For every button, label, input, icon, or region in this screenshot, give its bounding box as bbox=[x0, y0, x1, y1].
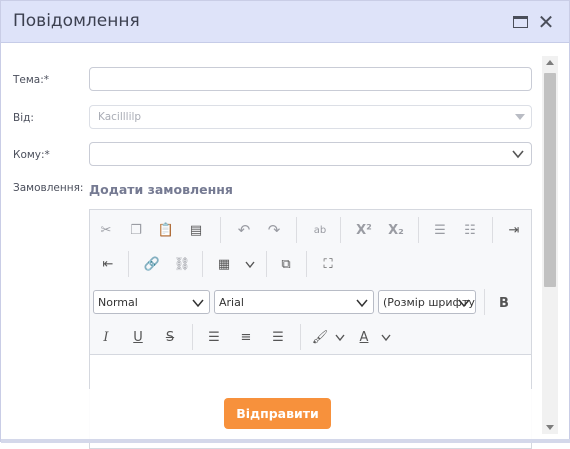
bg-color-icon[interactable]: 🖌 bbox=[308, 326, 332, 348]
send-button[interactable]: Відправити bbox=[224, 398, 331, 429]
chevron-down-icon bbox=[515, 114, 525, 120]
editor-toolbar: ✂ ❐ 📋 ▤ ↶ ↷ ab X² X₂ ☰ ☷ ⇥ ⇤ 🔗 ⛓ ▦ ⧉ ⛶ N… bbox=[90, 210, 531, 355]
maximize-icon[interactable] bbox=[511, 13, 529, 31]
bulleted-list-icon[interactable]: ☷ bbox=[458, 219, 482, 241]
add-order-link[interactable]: Додати замовлення bbox=[89, 182, 233, 197]
chevron-down-icon bbox=[192, 299, 204, 308]
align-left-icon[interactable]: ☰ bbox=[202, 326, 226, 348]
scroll-down-icon[interactable] bbox=[546, 425, 554, 430]
chevron-down-icon bbox=[458, 299, 470, 308]
superscript-icon[interactable]: X² bbox=[352, 219, 376, 241]
dialog-title: Повідомлення bbox=[13, 11, 140, 31]
subject-input[interactable] bbox=[89, 67, 532, 91]
paste-icon[interactable]: 📋 bbox=[154, 219, 178, 241]
to-select[interactable] bbox=[89, 142, 532, 166]
copy-icon[interactable]: ❐ bbox=[124, 219, 148, 241]
cut-icon[interactable]: ✂ bbox=[94, 219, 118, 241]
align-right-icon[interactable]: ☰ bbox=[266, 326, 290, 348]
to-label: Кому:* bbox=[13, 149, 50, 161]
font-select[interactable]: Arial bbox=[214, 290, 374, 314]
paste-text-icon[interactable]: ▤ bbox=[184, 219, 208, 241]
format-select[interactable]: Normal bbox=[93, 290, 210, 314]
chevron-down-icon bbox=[512, 150, 524, 159]
undo-icon[interactable]: ↶ bbox=[232, 219, 256, 241]
font-size-select[interactable]: (Розмір шрифту) bbox=[378, 290, 476, 314]
underline-icon[interactable]: U bbox=[126, 326, 150, 348]
outdent-icon[interactable]: ⇤ bbox=[96, 253, 120, 275]
preview-icon[interactable]: ⧉ bbox=[274, 253, 298, 275]
spellcheck-icon[interactable]: ab bbox=[308, 219, 332, 241]
italic-icon[interactable]: I bbox=[94, 326, 118, 348]
bold-icon[interactable]: B bbox=[492, 292, 516, 314]
subject-label: Тема:* bbox=[13, 74, 50, 86]
dialog-scrollbar[interactable] bbox=[542, 56, 558, 434]
chevron-down-icon[interactable] bbox=[380, 333, 392, 343]
fullscreen-icon[interactable]: ⛶ bbox=[316, 253, 340, 275]
redo-icon[interactable]: ↷ bbox=[262, 219, 286, 241]
unlink-icon[interactable]: ⛓ bbox=[170, 253, 194, 275]
close-icon[interactable]: ✕ bbox=[537, 12, 555, 32]
indent-icon[interactable]: ⇥ bbox=[502, 219, 526, 241]
chevron-down-icon[interactable] bbox=[244, 260, 256, 270]
dialog-titlebar: Повідомлення ✕ bbox=[1, 1, 569, 43]
chevron-down-icon bbox=[356, 299, 368, 308]
from-select[interactable]: Kacilllilp bbox=[89, 105, 532, 129]
dialog-bottom-edge bbox=[1, 439, 570, 443]
chevron-down-icon[interactable] bbox=[334, 333, 346, 343]
scroll-thumb[interactable] bbox=[544, 73, 556, 287]
align-center-icon[interactable]: ≡ bbox=[234, 326, 258, 348]
strikethrough-icon[interactable]: S bbox=[158, 326, 182, 348]
text-color-icon[interactable]: A bbox=[352, 326, 376, 348]
link-icon[interactable]: 🔗 bbox=[140, 253, 164, 275]
order-label: Замовлення: bbox=[13, 182, 84, 194]
message-dialog: Повідомлення ✕ Тема:* Від: Kacilllilp Ко… bbox=[0, 0, 570, 449]
scroll-up-icon[interactable] bbox=[546, 60, 554, 65]
subscript-icon[interactable]: X₂ bbox=[384, 219, 408, 241]
from-label: Від: bbox=[13, 112, 34, 124]
table-icon[interactable]: ▦ bbox=[212, 253, 236, 275]
numbered-list-icon[interactable]: ☰ bbox=[428, 219, 452, 241]
